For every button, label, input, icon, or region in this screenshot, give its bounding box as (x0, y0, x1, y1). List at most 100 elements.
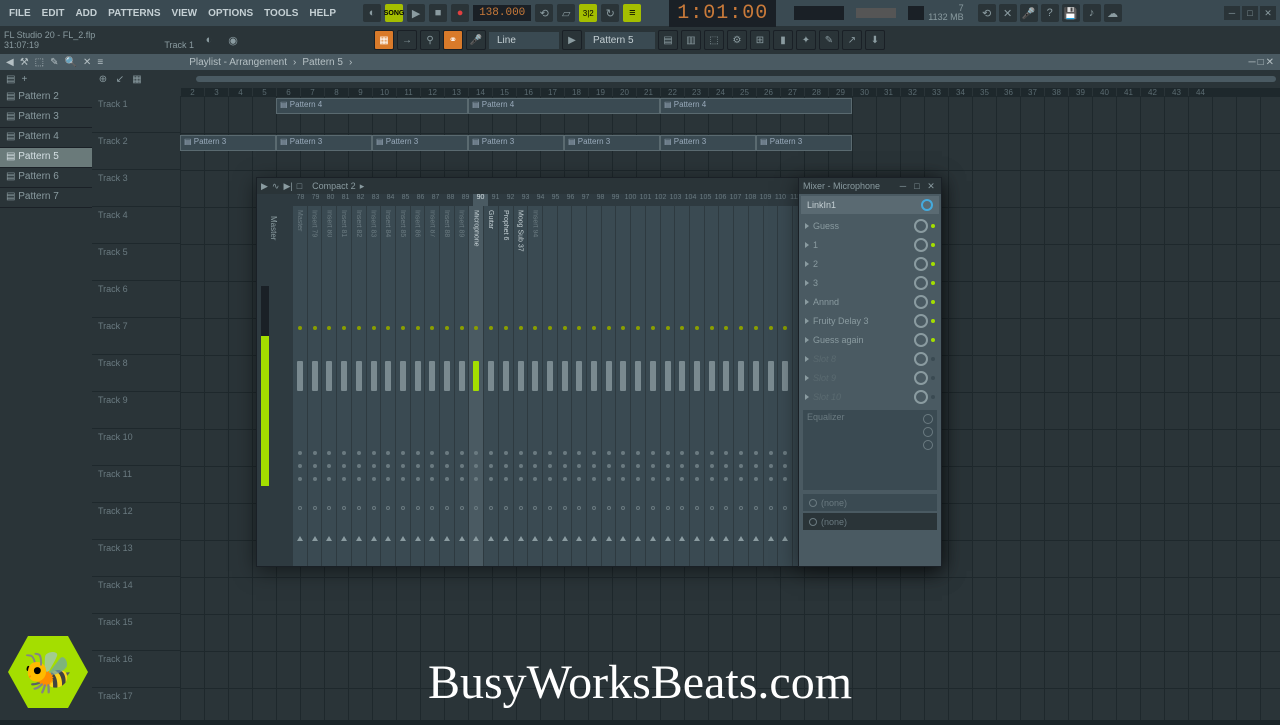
pan-knob[interactable] (739, 506, 743, 510)
route-dot[interactable] (533, 326, 537, 330)
channel-fader[interactable] (709, 361, 715, 391)
slot-enable-dot[interactable] (931, 300, 935, 304)
channel-knob[interactable] (327, 464, 331, 468)
mixer-ch-num[interactable]: 100 (623, 194, 638, 206)
route-dot[interactable] (724, 326, 728, 330)
mixer-channel[interactable]: Insert 86 (411, 206, 426, 566)
channel-fader[interactable] (782, 361, 788, 391)
bc-item-2[interactable]: Pattern 5 (302, 57, 343, 68)
mixer-ch-num[interactable]: 92 (503, 194, 518, 206)
route-dot[interactable] (607, 326, 611, 330)
channel-knob[interactable] (342, 477, 346, 481)
pan-knob[interactable] (783, 506, 787, 510)
master-channel[interactable]: Master (257, 206, 293, 566)
channel-tri-icon[interactable] (518, 536, 524, 541)
channel-tri-icon[interactable] (753, 536, 759, 541)
mixer-ch-num[interactable]: 98 (593, 194, 608, 206)
track-header[interactable]: Track 9 (92, 392, 180, 429)
close-bc-icon[interactable]: ✕ (83, 57, 91, 68)
channel-knob[interactable] (445, 451, 449, 455)
sb-add-icon[interactable]: + (21, 74, 27, 85)
channel-fader[interactable] (532, 361, 538, 391)
track-header[interactable]: Track 4 (92, 207, 180, 244)
mixer-ch-num[interactable]: 88 (443, 194, 458, 206)
render-icon[interactable]: ♪ (1083, 4, 1101, 22)
pan-knob[interactable] (680, 506, 684, 510)
mixer-channel[interactable]: Guitar (484, 206, 499, 566)
fx-min-icon[interactable]: ─ (897, 180, 909, 192)
channel-knob[interactable] (474, 464, 478, 468)
channel-knob[interactable] (680, 451, 684, 455)
mix-tri-icon[interactable]: ▶| (283, 181, 292, 192)
channel-fader[interactable] (385, 361, 391, 391)
fx-slot[interactable]: 2 (799, 254, 941, 273)
fx-close-icon[interactable]: ✕ (925, 180, 937, 192)
mixer-ch-num[interactable]: 82 (353, 194, 368, 206)
channel-tri-icon[interactable] (326, 536, 332, 541)
channel-tri-icon[interactable] (591, 536, 597, 541)
channel-tri-icon[interactable] (532, 536, 538, 541)
channel-knob[interactable] (636, 464, 640, 468)
track-header[interactable]: Track 5 (92, 244, 180, 281)
channel-fader[interactable] (473, 361, 479, 391)
panic-button[interactable]: ◐ (200, 31, 218, 49)
channel-knob[interactable] (577, 451, 581, 455)
pattern-item[interactable]: ▤ Pattern 7 (0, 188, 92, 208)
pattern-clip[interactable]: ▤ Pattern 3 (564, 135, 660, 151)
channel-knob[interactable] (445, 464, 449, 468)
channel-knob[interactable] (519, 451, 523, 455)
slot-enable-dot[interactable] (931, 281, 935, 285)
pan-knob[interactable] (489, 506, 493, 510)
pan-knob[interactable] (607, 506, 611, 510)
bc-item-1[interactable]: Playlist - Arrangement (189, 57, 287, 68)
track-header[interactable]: Track 15 (92, 614, 180, 651)
channel-knob[interactable] (592, 477, 596, 481)
mixer-ch-num[interactable]: 95 (548, 194, 563, 206)
track-header[interactable]: Track 17 (92, 688, 180, 725)
play-button[interactable]: ▶ (407, 4, 425, 22)
pan-knob[interactable] (666, 506, 670, 510)
arrow-icon[interactable]: ◀ (6, 57, 14, 68)
slot-knob[interactable] (914, 238, 928, 252)
pan-knob[interactable] (416, 506, 420, 510)
channel-knob[interactable] (474, 451, 478, 455)
slot-knob[interactable] (914, 257, 928, 271)
stop-button[interactable]: ■ (429, 4, 447, 22)
chrack-button[interactable]: ▤ (658, 30, 678, 50)
pattern-clip[interactable]: ▤ Pattern 3 (468, 135, 564, 151)
tool4-button[interactable]: ↗ (842, 30, 862, 50)
select-icon[interactable]: ⬚ (35, 57, 44, 68)
channel-knob[interactable] (342, 451, 346, 455)
eq-area[interactable]: Equalizer (803, 410, 937, 490)
mixer-ch-num[interactable]: 108 (743, 194, 758, 206)
mixer-channel[interactable] (558, 206, 573, 566)
mixer-channel[interactable]: Insert 85 (396, 206, 411, 566)
track-header[interactable]: Track 11 (92, 466, 180, 503)
slot-knob[interactable] (914, 371, 928, 385)
tools-icon[interactable]: ⚒ (20, 57, 29, 68)
channel-knob[interactable] (533, 464, 537, 468)
tool1-button[interactable]: ▮ (773, 30, 793, 50)
fx-header[interactable]: Mixer - Microphone ─ □ ✕ (799, 178, 941, 194)
channel-knob[interactable] (724, 477, 728, 481)
slot-enable-dot[interactable] (931, 357, 935, 361)
track-header[interactable]: Track 12 (92, 503, 180, 540)
mixer-ch-num[interactable]: 104 (683, 194, 698, 206)
slot-enable-dot[interactable] (931, 395, 935, 399)
channel-tri-icon[interactable] (415, 536, 421, 541)
mixer-channel[interactable] (734, 206, 749, 566)
mixer-channel[interactable] (778, 206, 793, 566)
pattern-clip[interactable]: ▤ Pattern 4 (468, 98, 660, 114)
route-dot[interactable] (445, 326, 449, 330)
mixer-channel[interactable]: Insert 89 (455, 206, 470, 566)
channel-knob[interactable] (313, 451, 317, 455)
mixer-channel[interactable]: Insert 79 (308, 206, 323, 566)
channel-knob[interactable] (651, 464, 655, 468)
channel-knob[interactable] (577, 477, 581, 481)
channel-knob[interactable] (386, 477, 390, 481)
route-dot[interactable] (298, 326, 302, 330)
channel-knob[interactable] (357, 477, 361, 481)
channel-fader[interactable] (620, 361, 626, 391)
channel-knob[interactable] (577, 464, 581, 468)
route-dot[interactable] (621, 326, 625, 330)
